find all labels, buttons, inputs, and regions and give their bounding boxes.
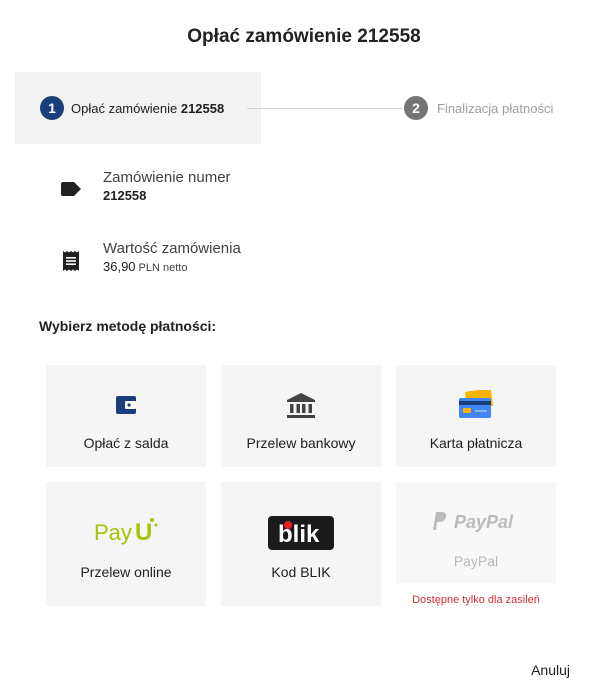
payment-method-paypal-label: PayPal <box>453 553 499 569</box>
payment-method-bank-transfer[interactable]: Przelew bankowy <box>221 365 381 467</box>
cancel-button[interactable]: Anuluj <box>531 662 570 678</box>
svg-text:Pay: Pay <box>94 520 132 545</box>
step-2: 2 Finalizacja płatności <box>404 96 553 120</box>
step-connector <box>247 108 402 109</box>
payment-method-bank-transfer-label: Przelew bankowy <box>246 435 356 451</box>
payment-method-payu-label: Przelew online <box>80 564 172 580</box>
paypal-availability-note: Dostępne tylko dla zasileń <box>412 594 540 606</box>
step-1-label-value: 212558 <box>180 100 225 116</box>
payment-method-blik[interactable]: blik Kod BLIK <box>221 482 381 606</box>
dialog-title-prefix: Opłać zamówienie <box>187 26 353 47</box>
payment-section-title: Wybierz metodę płatności: <box>39 318 217 334</box>
receipt-icon <box>60 250 82 272</box>
label-tag-icon <box>60 178 82 200</box>
payment-method-card[interactable]: Karta płatnicza <box>396 365 556 467</box>
order-value-row: Wartość zamówienia 36,90 PLN netto <box>60 239 241 277</box>
payment-method-balance-label: Opłać z salda <box>83 435 169 451</box>
step-1-label: Opłać zamówienie 212558 <box>71 101 224 116</box>
svg-text:PayPal: PayPal <box>454 512 514 532</box>
svg-text:U: U <box>135 519 152 546</box>
dialog-title: Opłać zamówienie 212558 <box>0 26 608 48</box>
payu-logo: Pay U <box>94 516 158 551</box>
step-2-label: Finalizacja płatności <box>437 100 554 116</box>
payment-method-card-label: Karta płatnicza <box>429 435 523 451</box>
dialog-title-order-number: 212558 <box>357 26 421 47</box>
order-number-row: Zamówienie numer 212558 <box>60 168 231 205</box>
paypal-logo: PayPal <box>430 510 522 539</box>
blik-logo: blik <box>268 516 334 555</box>
step-2-number: 2 <box>404 96 428 120</box>
order-number-label: Zamówienie numer <box>103 169 231 186</box>
wallet-icon <box>115 394 137 421</box>
payment-method-payu[interactable]: Pay U Przelew online <box>46 482 206 606</box>
order-value-unit: PLN netto <box>138 262 188 274</box>
order-value-label: Wartość zamówienia <box>103 240 241 257</box>
credit-card-icon <box>458 388 494 425</box>
order-value: 36,90 PLN netto <box>103 258 241 277</box>
step-1-label-prefix: Opłać zamówienie <box>71 100 178 116</box>
step-1-number: 1 <box>40 96 64 120</box>
stepper: 1 Opłać zamówienie 212558 2 Finalizacja … <box>15 72 575 144</box>
bank-icon <box>287 393 315 424</box>
step-1: 1 Opłać zamówienie 212558 <box>40 96 224 120</box>
payment-method-paypal: PayPal PayPal <box>396 482 556 583</box>
payment-method-balance[interactable]: Opłać z salda <box>46 365 206 467</box>
payment-method-blik-label: Kod BLIK <box>271 564 331 580</box>
order-value-amount: 36,90 <box>103 259 136 274</box>
order-number-value: 212558 <box>103 188 147 203</box>
